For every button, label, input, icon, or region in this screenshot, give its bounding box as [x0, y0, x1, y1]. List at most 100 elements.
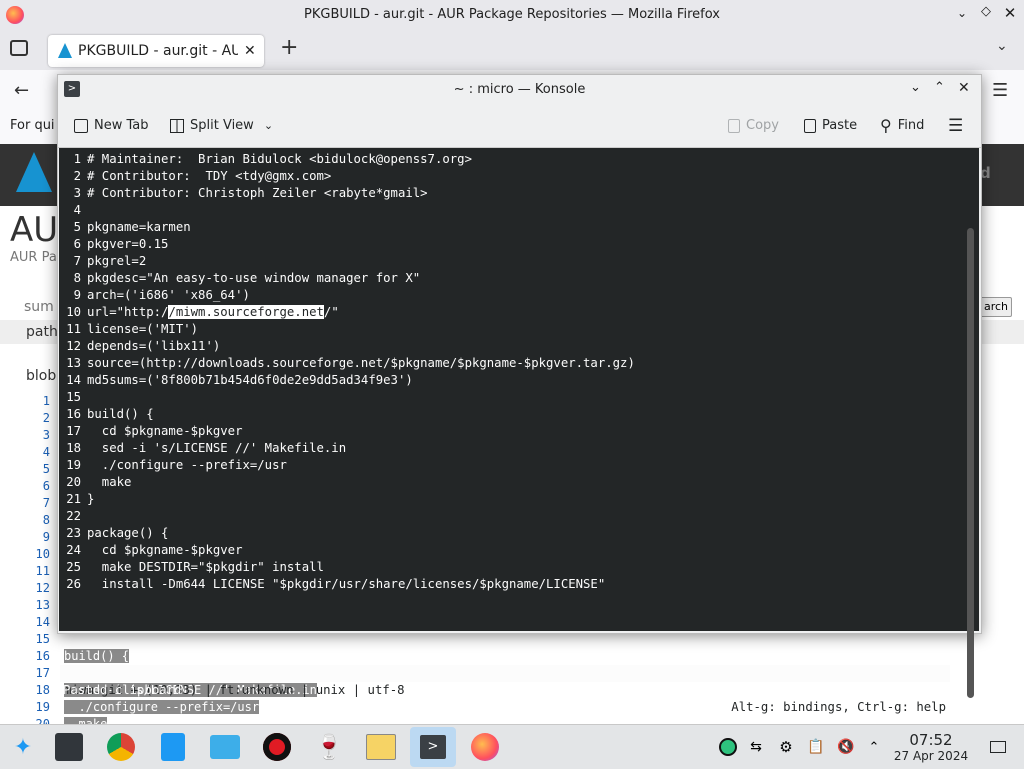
page-line-number[interactable]: 9 [26, 530, 50, 544]
new-tab-icon[interactable]: + [280, 36, 300, 60]
split-view-button[interactable]: Split View ⌄ [170, 113, 273, 139]
system-settings-icon[interactable] [46, 727, 92, 767]
editor-line[interactable]: 10 url="http://miwm.sourceforge.net/" [63, 304, 339, 321]
app-launcher-icon[interactable]: ✦ [0, 727, 46, 767]
editor-line[interactable]: 23 package() { [63, 525, 168, 542]
editor-line[interactable]: 20 make [63, 474, 131, 491]
editor-line[interactable]: 24 cd $pkgname-$pkgver [63, 542, 242, 559]
new-tab-button[interactable]: New Tab [74, 113, 149, 139]
editor-line[interactable]: 9 arch=('i686' 'x86_64') [63, 287, 250, 304]
line-number: 22 [66, 509, 81, 523]
copy-button[interactable]: Copy [728, 113, 779, 139]
line-number: 1 [73, 152, 81, 166]
close-icon[interactable]: ✕ [958, 80, 970, 96]
line-text: cd $pkgname-$pkgver [87, 543, 243, 557]
aur-subtitle: AUR Pa [10, 250, 57, 265]
editor-line[interactable]: 5 pkgname=karmen [63, 219, 191, 236]
paste-button[interactable]: Paste [804, 113, 857, 139]
editor-line[interactable]: 7 pkgrel=2 [63, 253, 147, 270]
minimize-icon[interactable]: ⌄ [910, 80, 921, 95]
close-tab-icon[interactable]: ✕ [244, 43, 256, 59]
tab-pkgbuild[interactable]: PKGBUILD - aur.git - AUR ✕ [48, 35, 264, 67]
page-line-number[interactable]: 5 [26, 462, 50, 476]
network-icon[interactable]: ⇆ [746, 737, 766, 757]
editor-line[interactable]: 25 make DESTDIR="$pkgdir" install [63, 559, 324, 576]
page-line-number[interactable]: 15 [26, 632, 50, 646]
firefox-task-icon[interactable] [462, 727, 508, 767]
editor-line[interactable]: 22 [63, 508, 87, 525]
line-number: 7 [73, 254, 81, 268]
volume-muted-icon[interactable]: 🔇 [836, 737, 856, 757]
dolphin-icon[interactable] [202, 727, 248, 767]
maximize-icon[interactable]: ◇ [978, 4, 994, 20]
editor-line[interactable]: 11 license=('MIT') [63, 321, 198, 338]
maximize-icon[interactable]: ⌃ [934, 80, 945, 95]
hamburger-menu-icon[interactable]: ☰ [948, 113, 963, 139]
back-icon[interactable]: ← [14, 80, 29, 101]
show-desktop-icon[interactable] [988, 737, 1008, 757]
editor-line[interactable]: 3 # Contributor: Christoph Zeiler <rabyte… [63, 185, 428, 202]
page-line-number[interactable]: 14 [26, 615, 50, 629]
page-line-number[interactable]: 6 [26, 479, 50, 493]
page-line-number[interactable]: 4 [26, 445, 50, 459]
editor-line[interactable]: 18 sed -i 's/LICENSE //' Makefile.in [63, 440, 346, 457]
editor-line[interactable]: 14 md5sums=('8f800b71b454d6f0de2e9dd5ad34… [63, 372, 413, 389]
line-number: 19 [66, 458, 81, 472]
summary-tab[interactable]: sum [24, 299, 54, 315]
page-line-number[interactable]: 16 [26, 649, 50, 663]
chrome-icon[interactable] [98, 727, 144, 767]
page-line-number[interactable]: 11 [26, 564, 50, 578]
editor-line[interactable]: 6 pkgver=0.15 [63, 236, 169, 253]
updates-icon[interactable]: ⚙ [776, 737, 796, 757]
wine-icon[interactable]: 🍷 [306, 727, 352, 767]
clock-time[interactable]: 07:52 [896, 731, 966, 749]
find-button[interactable]: ⚲ Find [880, 113, 924, 139]
editor-line[interactable]: 21} [63, 491, 94, 508]
selected-text[interactable]: /miwm.sourceforge.net [168, 305, 324, 319]
editor-line[interactable]: 26 install -Dm644 LICENSE "$pkgdir/usr/s… [63, 576, 605, 593]
page-line-number[interactable]: 7 [26, 496, 50, 510]
discover-icon[interactable] [150, 727, 196, 767]
line-number: 10 [66, 305, 81, 319]
minimize-icon[interactable]: ⌄ [954, 6, 970, 22]
page-line-number[interactable]: 12 [26, 581, 50, 595]
text-editor-icon[interactable] [358, 727, 404, 767]
clock-date[interactable]: 27 Apr 2024 [888, 749, 974, 763]
page-line-number[interactable]: 13 [26, 598, 50, 612]
editor-line[interactable]: 19 ./configure --prefix=/usr [63, 457, 287, 474]
close-window-icon[interactable]: ✕ [1002, 4, 1018, 22]
line-number: 12 [66, 339, 81, 353]
scrollbar[interactable] [967, 228, 974, 698]
konsole-task-icon[interactable]: > [410, 727, 456, 767]
editor-line[interactable]: 12 depends=('libx11') [63, 338, 220, 355]
bookmark-item[interactable]: For qui [10, 118, 55, 133]
page-line-number[interactable]: 10 [26, 547, 50, 561]
new-tab-icon [74, 119, 88, 133]
page-line-number[interactable]: 19 [26, 700, 50, 714]
page-line-number[interactable]: 3 [26, 428, 50, 442]
list-all-tabs-icon[interactable] [10, 40, 28, 56]
obs-icon[interactable] [254, 727, 300, 767]
editor-line[interactable]: 2 # Contributor: TDY <tdy@gmx.com> [63, 168, 332, 185]
editor-line[interactable]: 16 build() { [63, 406, 153, 423]
editor-line[interactable]: 8 pkgdesc="An easy-to-use window manager … [63, 270, 421, 287]
tray-expand-icon[interactable]: ⌃ [864, 737, 884, 757]
editor-line[interactable]: 13 source=(http://downloads.sourceforge.n… [63, 355, 635, 372]
page-line-number[interactable]: 1 [26, 394, 50, 408]
tab-overflow-icon[interactable]: ⌄ [996, 38, 1012, 58]
editor-line[interactable]: 17 cd $pkgname-$pkgver [63, 423, 242, 440]
page-line-number[interactable]: 18 [26, 683, 50, 697]
menu-icon[interactable]: ☰ [992, 80, 1008, 101]
line-number: 17 [66, 424, 81, 438]
line-number: 9 [73, 288, 81, 302]
editor-line[interactable]: 15 [63, 389, 87, 406]
page-line-number[interactable]: 2 [26, 411, 50, 425]
search-button[interactable]: arch [980, 297, 1012, 317]
status-green-icon[interactable] [718, 737, 738, 757]
editor-line[interactable]: 1 # Maintainer: Brian Bidulock <bidulock@… [63, 151, 472, 168]
editor-line[interactable]: 4 [63, 202, 87, 219]
terminal[interactable]: 1 # Maintainer: Brian Bidulock <bidulock@… [59, 148, 979, 714]
clipboard-icon[interactable]: 📋 [806, 737, 826, 757]
page-line-number[interactable]: 8 [26, 513, 50, 527]
page-line-number[interactable]: 17 [26, 666, 50, 680]
